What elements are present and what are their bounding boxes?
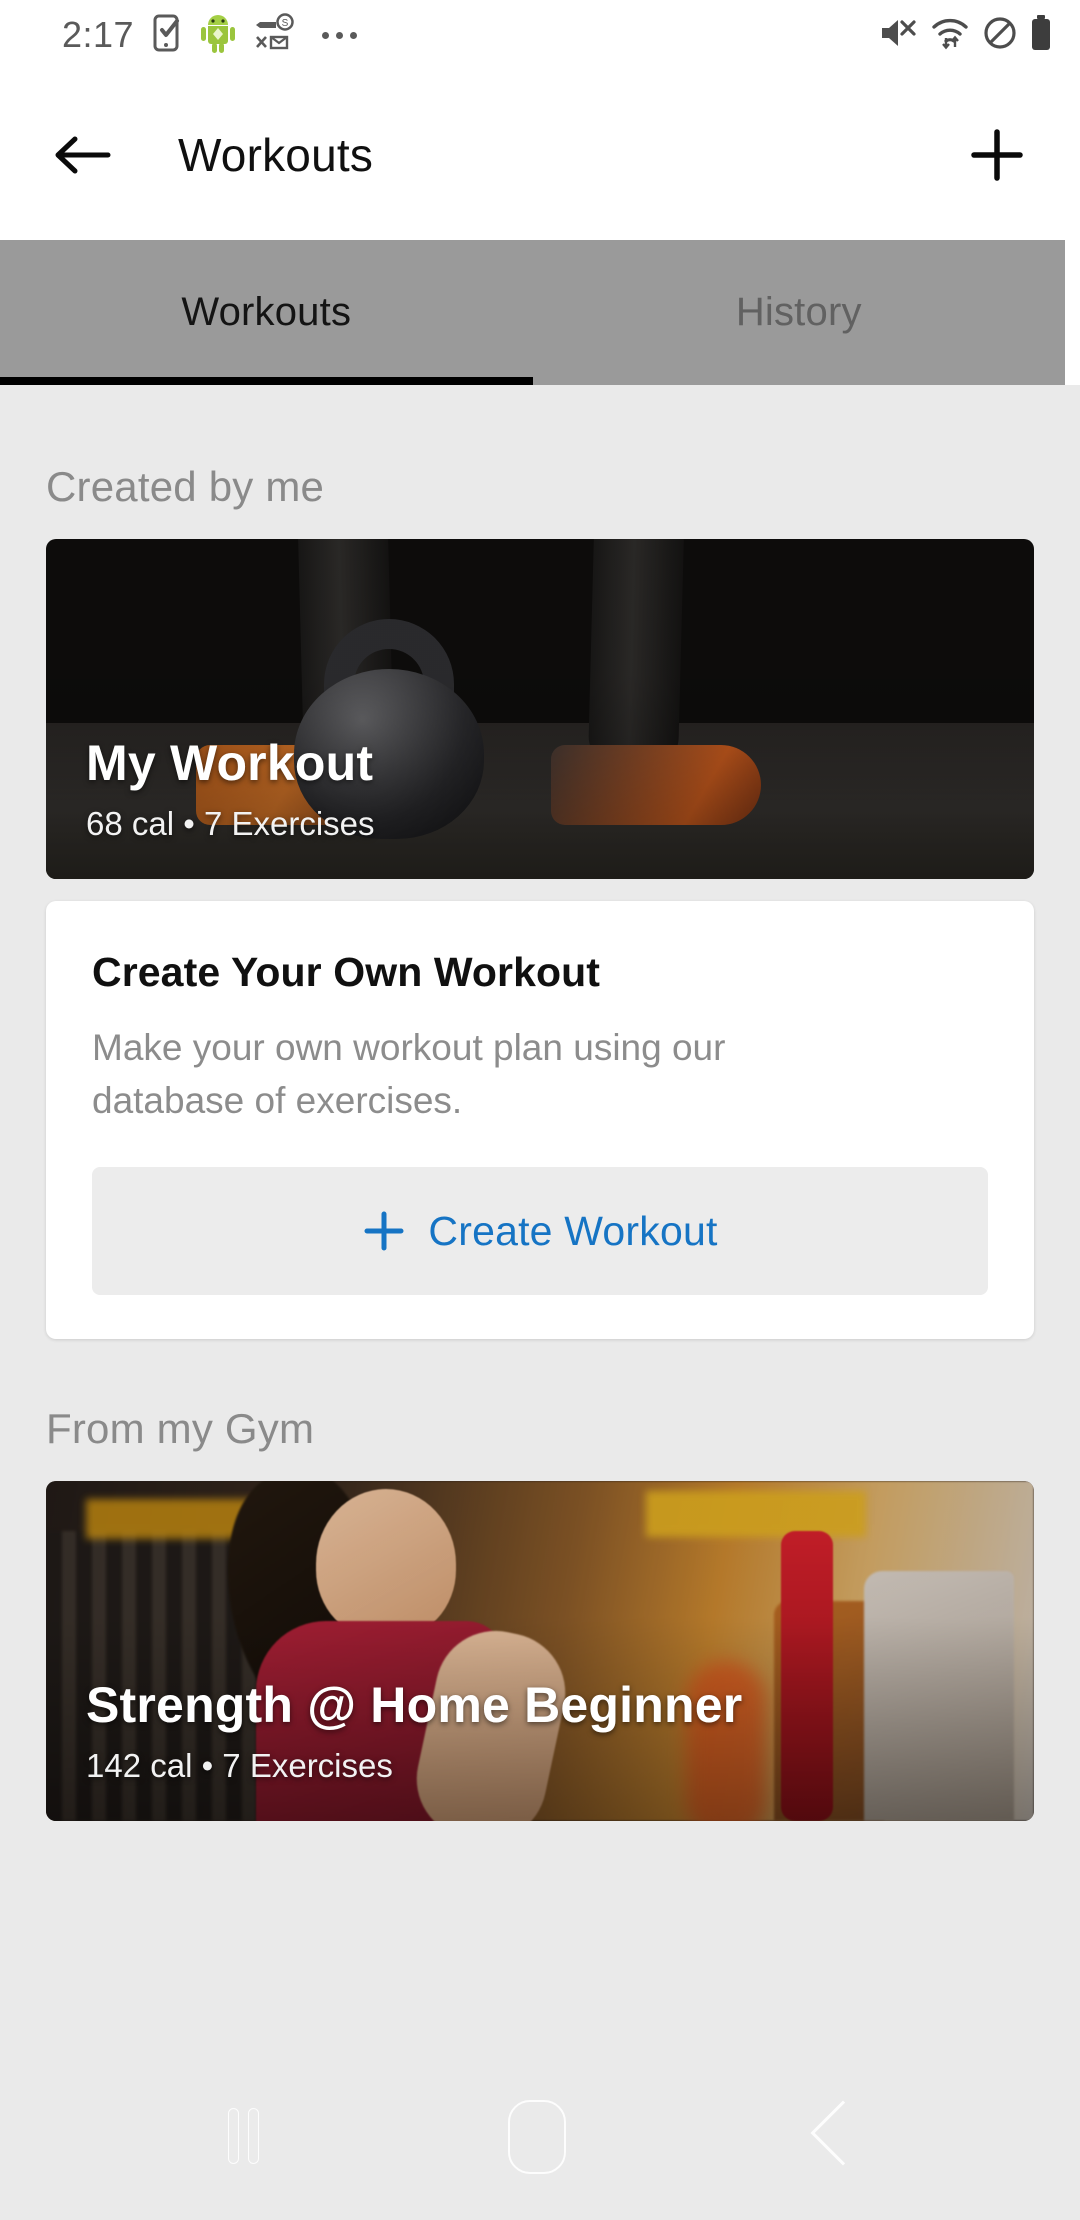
tab-bar-wrapper: Workouts History	[0, 240, 1080, 385]
mute-icon	[879, 16, 917, 55]
status-bar: 2:17 S	[0, 0, 1080, 70]
create-your-own-workout-card: Create Your Own Workout Make your own wo…	[46, 901, 1034, 1340]
phone-check-icon	[152, 14, 182, 57]
workout-title: Strength @ Home Beginner	[86, 1676, 743, 1733]
tab-workouts[interactable]: Workouts	[0, 240, 533, 385]
svg-text:S: S	[282, 18, 289, 29]
do-not-disturb-icon	[983, 16, 1017, 55]
tab-bar: Workouts History	[0, 240, 1065, 385]
tab-history[interactable]: History	[533, 240, 1066, 385]
key-mail-icon: S	[254, 12, 296, 58]
create-workout-button[interactable]: Create Workout	[92, 1167, 988, 1296]
android-robot-icon	[200, 13, 236, 58]
wifi-icon	[930, 16, 970, 55]
tab-indicator	[0, 377, 533, 385]
plus-icon	[364, 1211, 404, 1251]
battery-full-icon	[1030, 14, 1052, 56]
workout-title: My Workout	[86, 734, 374, 791]
section-title-from-my-gym: From my Gym	[46, 1405, 315, 1453]
workout-card-strength-at-home-beginner[interactable]: Strength @ Home Beginner 142 cal • 7 Exe…	[46, 1481, 1034, 1822]
workouts-scroll-content[interactable]: Created by me My Workout 68 cal • 7 Exer…	[0, 385, 1080, 2220]
workout-meta: 68 cal • 7 Exercises	[86, 805, 375, 842]
status-bar-left: 2:17 S	[62, 12, 358, 58]
create-workout-button-label: Create Workout	[428, 1207, 718, 1254]
card-text-block: My Workout 68 cal • 7 Exercises	[86, 734, 1004, 844]
section-title-created-by-me: Created by me	[46, 463, 325, 510]
workout-card-my-workout[interactable]: My Workout 68 cal • 7 Exercises	[46, 539, 1034, 879]
page-title: Workouts	[178, 129, 374, 181]
create-card-description: Make your own workout plan using our dat…	[92, 1027, 726, 1121]
overflow-dots-icon	[322, 31, 358, 39]
add-workout-button[interactable]	[960, 118, 1034, 192]
plus-icon	[971, 129, 1023, 181]
card-text-block: Strength @ Home Beginner 142 cal • 7 Exe…	[86, 1679, 1004, 1786]
back-button[interactable]	[46, 118, 120, 192]
create-card-title: Create Your Own Workout	[92, 949, 601, 995]
status-time: 2:17	[62, 14, 135, 55]
workout-meta: 142 cal • 7 Exercises	[86, 1747, 393, 1785]
status-bar-right	[879, 14, 1052, 56]
back-arrow-icon	[55, 136, 111, 174]
app-bar: Workouts	[0, 70, 1080, 240]
